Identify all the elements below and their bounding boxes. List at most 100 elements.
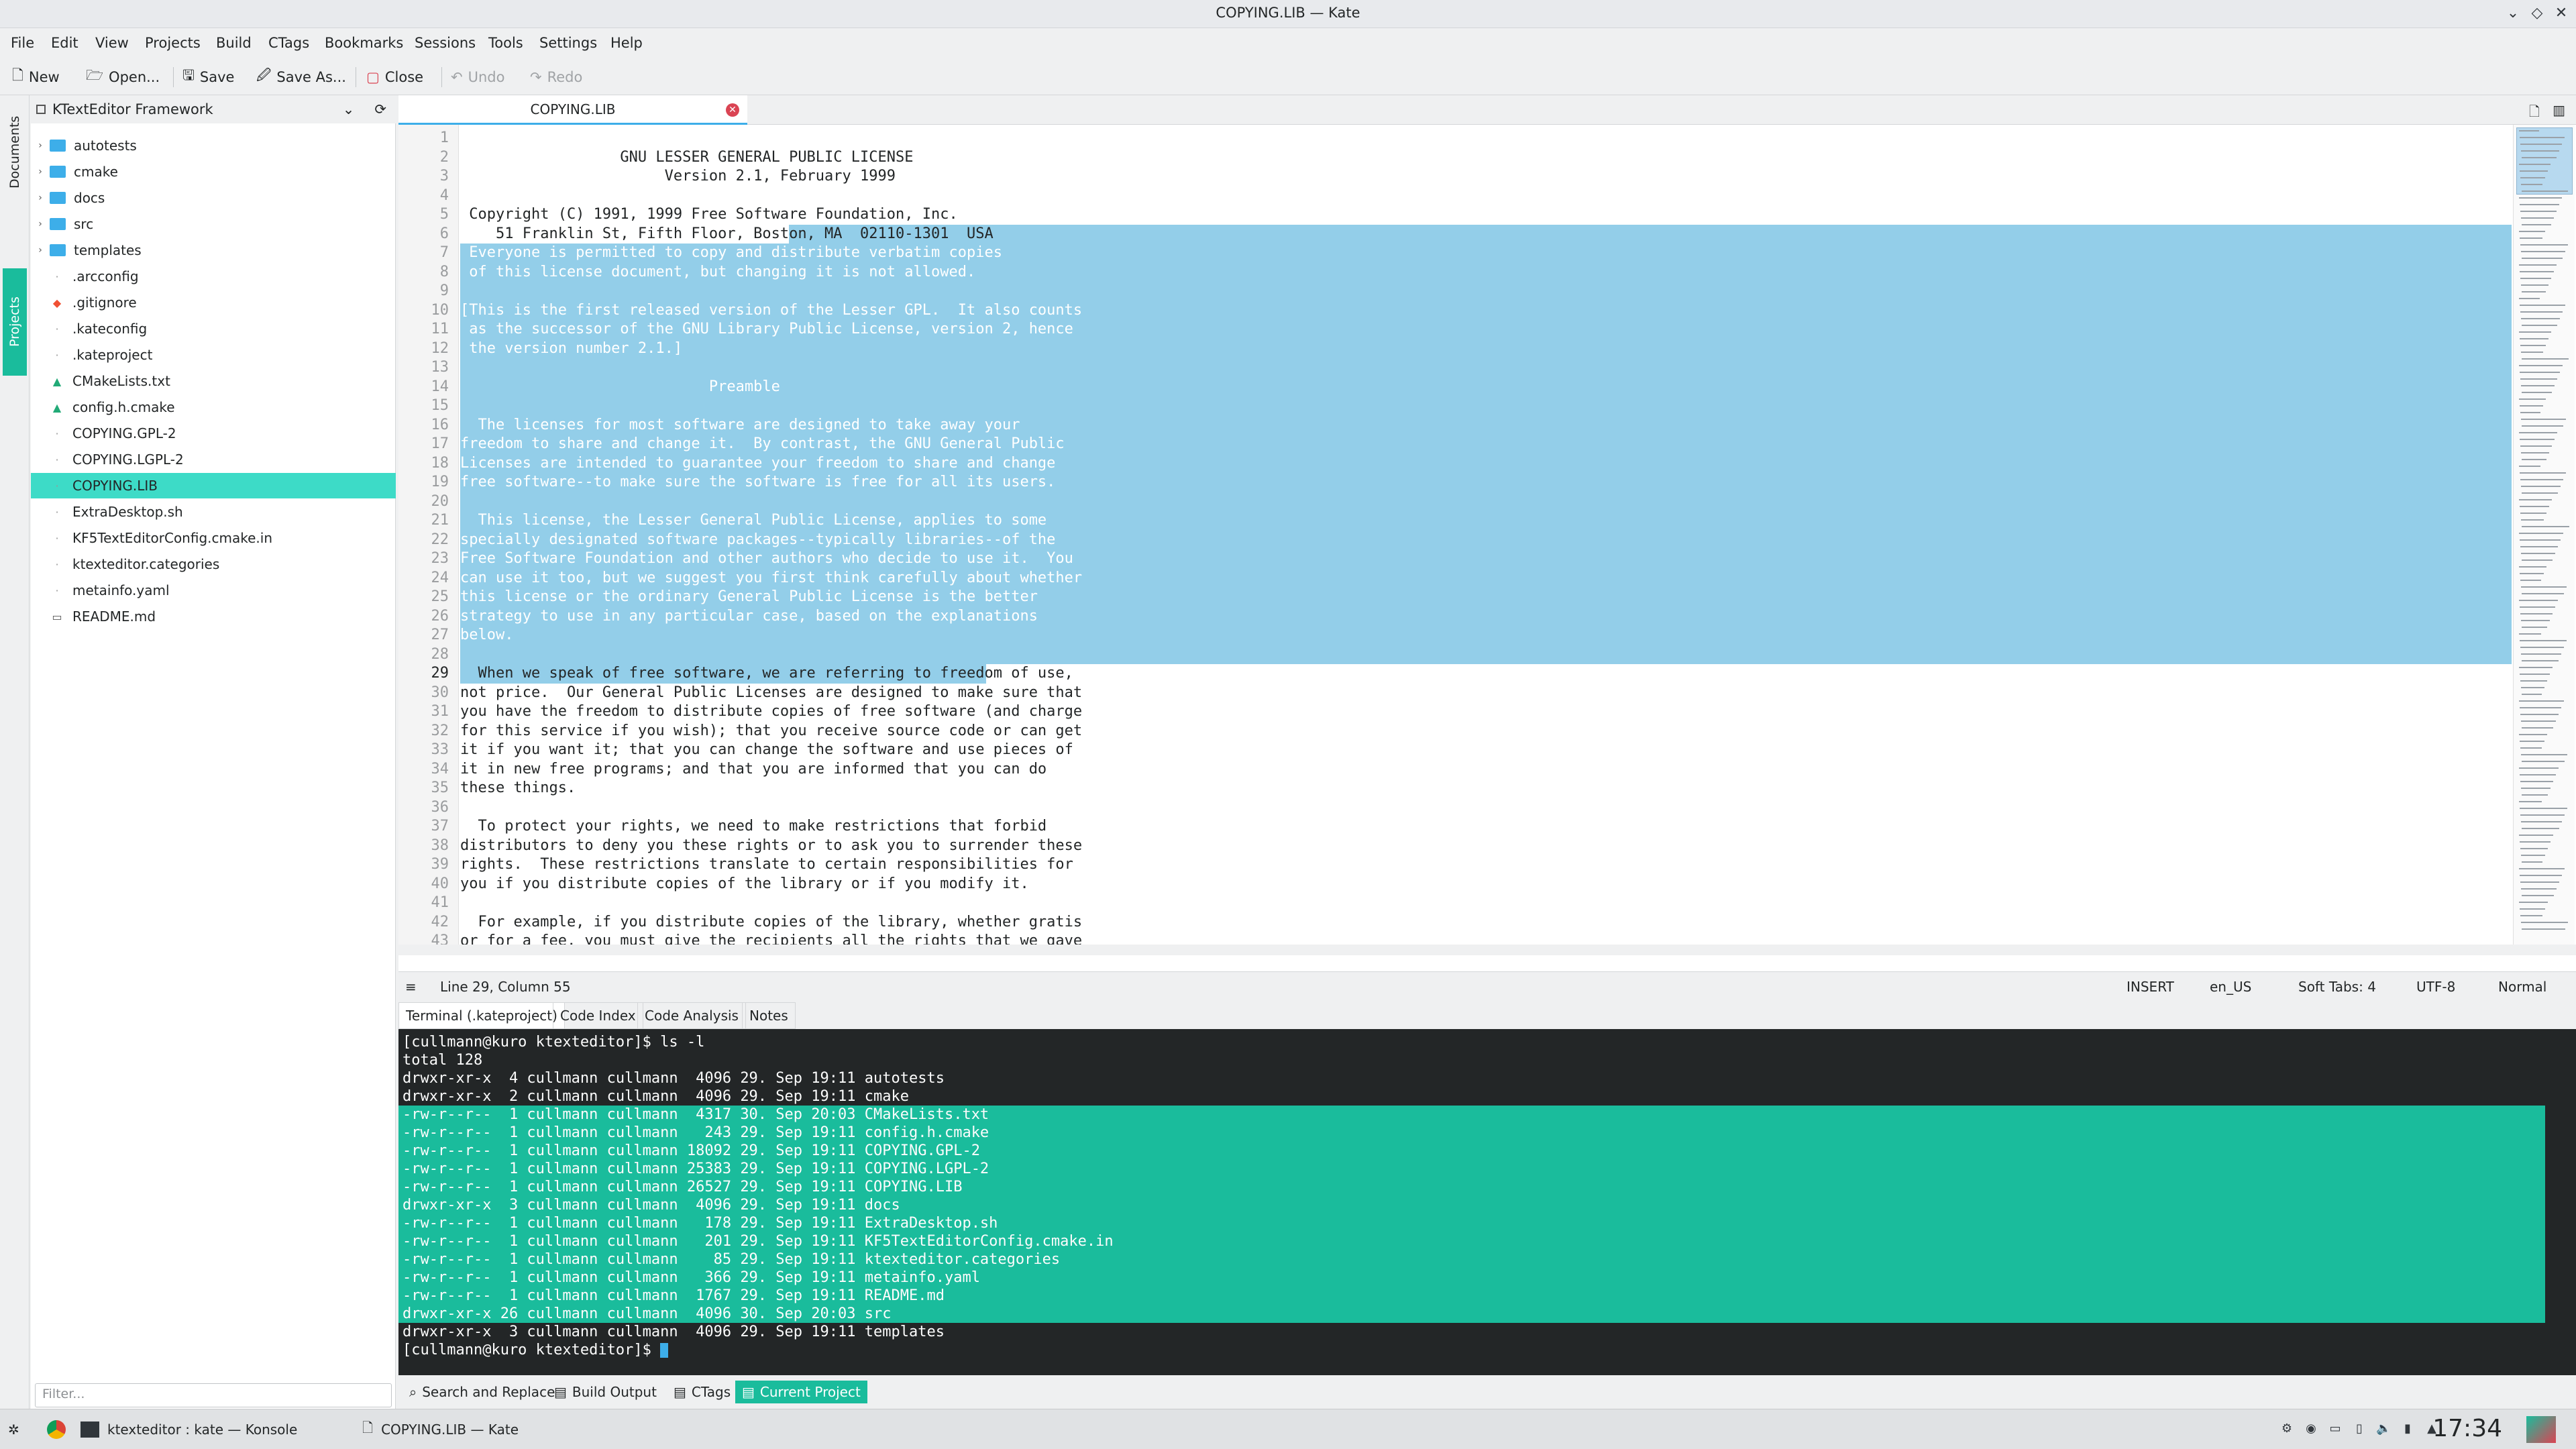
new-button[interactable]: 🗋 New (12, 66, 60, 89)
undo-button[interactable]: ↶ Undo (451, 66, 504, 89)
tree-item[interactable]: ▲ CMakeLists.txt (31, 368, 396, 394)
battery-tray-icon[interactable]: ▮ (2400, 1421, 2415, 1436)
build-output-toolview[interactable]: ▤ Build Output (547, 1381, 663, 1403)
minimap-line (2520, 848, 2548, 849)
browser-icon[interactable] (47, 1416, 66, 1443)
menu-tools[interactable]: Tools (488, 35, 523, 51)
expand-arrow-icon[interactable]: › (31, 245, 50, 256)
minimap[interactable] (2513, 125, 2575, 945)
task-kate[interactable]: 🗋 COPYING.LIB — Kate (362, 1416, 519, 1443)
code-view[interactable]: GNU LESSER GENERAL PUBLIC LICENSE Versio… (460, 125, 2512, 945)
ctags-toolview[interactable]: ▤ CTags (667, 1381, 737, 1403)
tree-item[interactable]: › docs (31, 185, 396, 211)
new-tab-icon[interactable]: 🗋 (2529, 102, 2540, 125)
tree-item[interactable]: › src (31, 211, 396, 237)
encoding-selector[interactable]: UTF-8 (2416, 979, 2455, 995)
tree-item[interactable]: ▲ config.h.cmake (31, 394, 396, 420)
menu-bookmarks[interactable]: Bookmarks (325, 35, 403, 51)
tree-item[interactable]: ◆ .gitignore (31, 290, 396, 315)
indentation-selector[interactable]: Soft Tabs: 4 (2298, 979, 2376, 995)
expand-arrow-icon[interactable]: › (31, 140, 50, 151)
cursor-position[interactable]: Line 29, Column 55 (440, 979, 571, 995)
minimap-line (2521, 251, 2565, 252)
code-line: Preamble (460, 378, 780, 395)
tab-code-index[interactable]: Code Index (553, 1002, 643, 1029)
redo-button[interactable]: ↷ Redo (530, 66, 582, 89)
save-as-button[interactable]: 🖉 Save As... (256, 66, 346, 89)
close-window-icon[interactable]: ✕ (2551, 3, 2572, 24)
launcher-icon[interactable]: ✲ (8, 1416, 19, 1443)
minimap-line (2521, 821, 2562, 822)
media-tray-icon[interactable]: ◉ (2304, 1421, 2318, 1436)
tree-item[interactable]: · .kateconfig (31, 316, 396, 341)
tree-item[interactable]: · .kateproject (31, 342, 396, 368)
tab-code-analysis[interactable]: Code Analysis (637, 1002, 746, 1029)
tab-notes[interactable]: Notes (742, 1002, 796, 1029)
projects-sidetab[interactable]: Projects (3, 268, 27, 376)
reload-icon[interactable]: ⟳ (374, 101, 386, 117)
line-number: 30 (431, 684, 449, 701)
terminal-line: drwxr-xr-x 3 cullmann cullmann 4096 29. … (402, 1324, 945, 1340)
task-konsole[interactable]: ktexteditor : kate — Konsole (80, 1416, 297, 1443)
menu-view[interactable]: View (95, 35, 129, 51)
tree-item[interactable]: · ktexteditor.categories (31, 551, 396, 577)
tree-item[interactable]: · ExtraDesktop.sh (31, 499, 396, 525)
network-tray-icon[interactable]: ⚙ (2279, 1421, 2294, 1436)
save-button[interactable]: 🖫 Save (182, 66, 234, 89)
minimap-line (2521, 553, 2555, 554)
line-number: 33 (431, 741, 449, 758)
tree-item[interactable]: · .arcconfig (31, 264, 396, 289)
tab-terminal[interactable]: Terminal (.kateproject) (398, 1002, 565, 1029)
tree-item[interactable]: · COPYING.LIB (31, 473, 396, 498)
documents-sidetab[interactable]: Documents (3, 102, 27, 203)
minimap-line (2522, 191, 2568, 192)
clipboard-tray-icon[interactable]: ▯ (2352, 1421, 2367, 1436)
clock[interactable]: 17:34 (2432, 1415, 2502, 1442)
terminal-line: -rw-r--r-- 1 cullmann cullmann 178 29. S… (402, 1215, 998, 1232)
show-desktop-icon[interactable] (2526, 1416, 2556, 1443)
volume-tray-icon[interactable]: 🔈 (2376, 1421, 2391, 1436)
minimap-line (2519, 164, 2551, 165)
filter-input[interactable]: Filter... (35, 1383, 392, 1407)
terminal-view[interactable]: [cullmann@kuro ktexteditor]$ ls -l total … (398, 1029, 2576, 1375)
tree-item[interactable]: › templates (31, 237, 396, 263)
expand-arrow-icon[interactable]: › (31, 219, 50, 229)
menu-icon[interactable]: ≡ (405, 979, 417, 995)
tree-item[interactable]: ▭ README.md (31, 604, 396, 629)
chevron-down-icon[interactable]: ⌄ (343, 101, 355, 117)
kate-icon: 🗋 (362, 1419, 374, 1436)
menu-edit[interactable]: Edit (51, 35, 78, 51)
dictionary-selector[interactable]: en_US (2210, 979, 2251, 995)
expand-arrow-icon[interactable]: › (31, 193, 50, 203)
menu-file[interactable]: File (11, 35, 34, 51)
document-tab[interactable]: COPYING.LIB ✕ (398, 95, 747, 125)
tree-item[interactable]: › cmake (31, 159, 396, 184)
input-mode-selector[interactable]: Normal (2498, 979, 2546, 995)
tree-item[interactable]: · metainfo.yaml (31, 578, 396, 603)
code-line: Licenses are intended to guarantee your … (460, 454, 1056, 472)
line-number: 34 (431, 760, 449, 777)
tree-item[interactable]: · COPYING.GPL-2 (31, 421, 396, 446)
menu-sessions[interactable]: Sessions (415, 35, 476, 51)
close-tab-icon[interactable]: ✕ (726, 103, 739, 117)
maximize-icon[interactable]: ◇ (2526, 3, 2548, 24)
menu-projects[interactable]: Projects (145, 35, 201, 51)
input-mode[interactable]: INSERT (2127, 979, 2174, 995)
menu-ctags[interactable]: CTags (268, 35, 309, 51)
tree-item[interactable]: › autotests (31, 133, 396, 158)
current-project-toolview[interactable]: ▤ Current Project (735, 1381, 867, 1403)
search-replace-toolview[interactable]: ⌕ Search and Replace (402, 1381, 561, 1403)
menu-help[interactable]: Help (610, 35, 643, 51)
open-button[interactable]: 🗁 Open... (86, 66, 160, 89)
tree-item[interactable]: · KF5TextEditorConfig.cmake.in (31, 525, 396, 551)
display-tray-icon[interactable]: ▭ (2328, 1421, 2343, 1436)
menu-build[interactable]: Build (216, 35, 252, 51)
project-selector[interactable]: KTextEditor Framework (52, 101, 343, 117)
minimize-icon[interactable]: ⌄ (2502, 3, 2524, 24)
menu-settings[interactable]: Settings (539, 35, 597, 51)
split-view-icon[interactable]: ▥ (2553, 102, 2565, 118)
expand-arrow-icon[interactable]: › (31, 166, 50, 177)
horizontal-scrollbar[interactable] (398, 945, 2576, 955)
close-button[interactable]: ▢ Close (366, 66, 423, 89)
tree-item[interactable]: · COPYING.LGPL-2 (31, 447, 396, 472)
